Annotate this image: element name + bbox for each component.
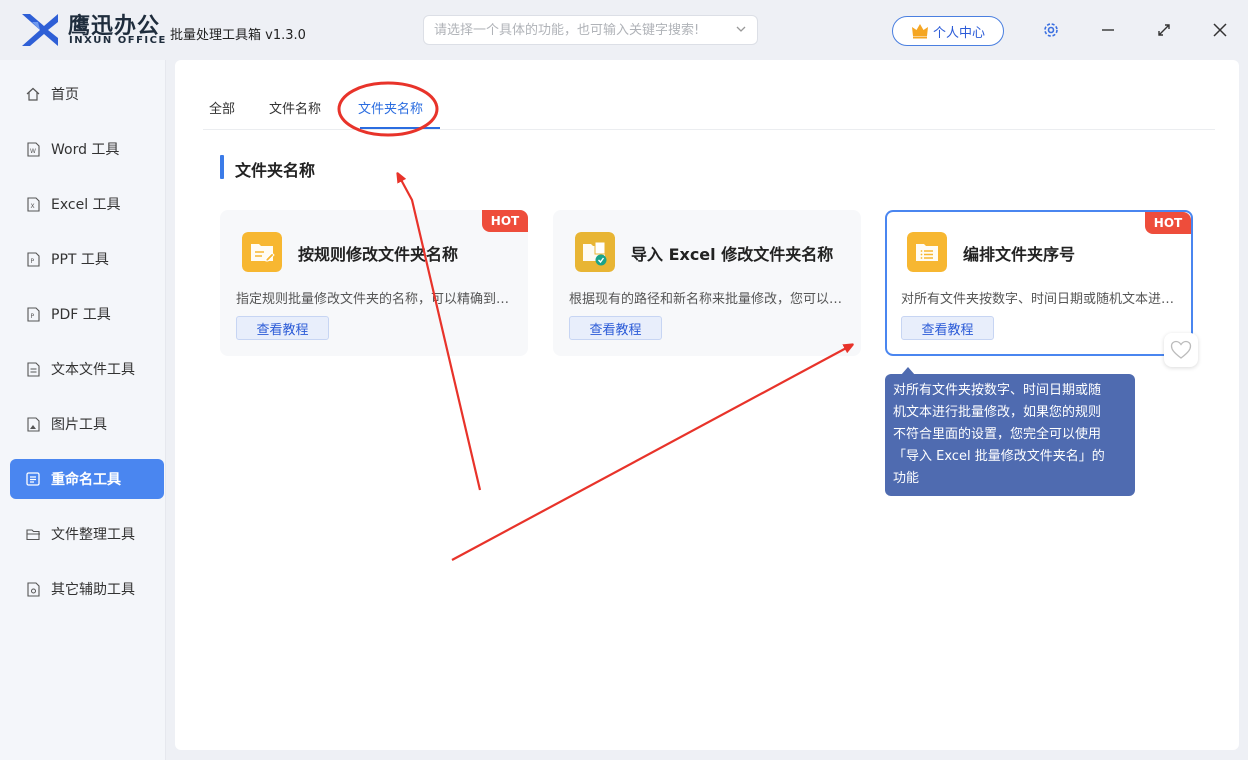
tooltip-line: 对所有文件夹按数字、时间日期或随	[893, 383, 1102, 398]
tools-icon	[25, 581, 41, 597]
sidebar-item-file-organize[interactable]: 文件整理工具	[10, 514, 164, 554]
rename-icon	[25, 471, 41, 487]
tab-file-name[interactable]: 文件名称	[269, 98, 321, 117]
pdf-file-icon: P	[25, 306, 41, 322]
view-tutorial-button[interactable]: 查看教程	[236, 316, 329, 340]
close-icon[interactable]	[1210, 20, 1230, 40]
sidebar-item-image[interactable]: 图片工具	[10, 404, 164, 444]
card-tooltip: 对所有文件夹按数字、时间日期或随 机文本进行批量修改，如果您的规则 不符合里面的…	[885, 374, 1135, 496]
tooltip-line: 功能	[893, 471, 920, 486]
search-input[interactable]	[424, 16, 724, 44]
tab-all[interactable]: 全部	[209, 98, 235, 117]
folder-list-icon	[907, 232, 947, 272]
view-tutorial-button[interactable]: 查看教程	[569, 316, 662, 340]
app-title: 批量处理工具箱 v1.3.0	[170, 28, 306, 43]
home-icon	[25, 86, 41, 102]
excel-file-icon: X	[25, 196, 41, 212]
tooltip-line: 机文本进行批量修改，如果您的规则	[893, 405, 1102, 420]
sidebar-item-label: Excel 工具	[51, 197, 121, 213]
section-title: 文件夹名称	[235, 161, 316, 180]
card-title: 按规则修改文件夹名称	[298, 245, 459, 264]
search-box[interactable]	[423, 15, 758, 45]
image-file-icon	[25, 416, 41, 432]
svg-text:W: W	[30, 148, 36, 155]
card-title: 编排文件夹序号	[963, 245, 1076, 264]
sidebar-item-label: PDF 工具	[51, 307, 111, 323]
svg-text:X: X	[30, 203, 34, 210]
view-tutorial-button[interactable]: 查看教程	[901, 316, 994, 340]
tab-folder-name[interactable]: 文件夹名称	[358, 98, 423, 117]
user-center-button[interactable]: 个人中心	[892, 16, 1004, 46]
tool-card-folder-sequence[interactable]: 编排文件夹序号 对所有文件夹按数字、时间日期或随机文本进行批量修改 查看教程 H…	[885, 210, 1193, 356]
tooltip-line: 不符合里面的设置，您完全可以使用	[893, 427, 1102, 442]
heart-icon	[1170, 340, 1192, 359]
hot-badge: HOT	[482, 210, 528, 232]
title-bar: 鹰迅办公 INXUN OFFICE 批量处理工具箱 v1.3.0 个人中心	[0, 0, 1248, 60]
sidebar-item-home[interactable]: 首页	[10, 74, 164, 114]
svg-text:P: P	[30, 258, 34, 265]
card-description: 指定规则批量修改文件夹的名称，可以精确到每一个字符的增删改操作	[236, 292, 514, 307]
minimize-icon[interactable]	[1098, 20, 1118, 40]
folder-excel-icon	[575, 232, 615, 272]
brand-name-en: INXUN OFFICE	[69, 35, 167, 46]
crown-icon	[911, 24, 928, 39]
card-description: 对所有文件夹按数字、时间日期或随机文本进行批量修改	[901, 292, 1179, 307]
section-accent-bar	[220, 155, 224, 179]
active-tab-underline	[360, 127, 440, 129]
sidebar-item-label: 文件整理工具	[51, 527, 135, 543]
tooltip-line: 「导入 Excel 批量修改文件夹名」的	[893, 449, 1105, 464]
hot-badge: HOT	[1145, 212, 1191, 234]
tool-card-excel-rename-folder[interactable]: 导入 Excel 修改文件夹名称 根据现有的路径和新名称来批量修改，您可以先导出…	[553, 210, 861, 356]
svg-text:P: P	[30, 313, 34, 320]
sidebar-item-label: 文本文件工具	[51, 362, 135, 378]
word-file-icon: W	[25, 141, 41, 157]
tab-bar: 全部 文件名称 文件夹名称	[203, 90, 1215, 130]
chevron-down-icon[interactable]	[735, 23, 747, 35]
sidebar-item-ppt[interactable]: P PPT 工具	[10, 239, 164, 279]
sidebar-item-text[interactable]: 文本文件工具	[10, 349, 164, 389]
sidebar-item-label: Word 工具	[51, 142, 120, 158]
maximize-icon[interactable]	[1154, 20, 1174, 40]
sidebar-item-label: 首页	[51, 87, 79, 103]
text-file-icon	[25, 361, 41, 377]
sidebar: 首页 W Word 工具 X Excel 工具 P PPT 工具 P PDF 工…	[0, 60, 166, 760]
settings-gear-icon[interactable]	[1041, 20, 1061, 40]
folder-icon	[25, 526, 41, 542]
ppt-file-icon: P	[25, 251, 41, 267]
card-title: 导入 Excel 修改文件夹名称	[631, 245, 834, 264]
tool-card-rule-rename-folder[interactable]: 按规则修改文件夹名称 指定规则批量修改文件夹的名称，可以精确到每一个字符的增删改…	[220, 210, 528, 356]
sidebar-item-excel[interactable]: X Excel 工具	[10, 184, 164, 224]
card-description: 根据现有的路径和新名称来批量修改，您可以先导出再修改后导入	[569, 292, 847, 307]
sidebar-item-label: PPT 工具	[51, 252, 109, 268]
favorite-heart-button[interactable]	[1164, 333, 1198, 367]
sidebar-item-other-tools[interactable]: 其它辅助工具	[10, 569, 164, 609]
sidebar-item-label: 图片工具	[51, 417, 107, 433]
user-center-label: 个人中心	[932, 25, 985, 41]
sidebar-item-word[interactable]: W Word 工具	[10, 129, 164, 169]
logo-icon	[22, 14, 58, 46]
folder-edit-icon	[242, 232, 282, 272]
sidebar-item-label: 重命名工具	[51, 472, 121, 488]
sidebar-item-rename[interactable]: 重命名工具	[10, 459, 164, 499]
sidebar-item-label: 其它辅助工具	[51, 582, 135, 598]
sidebar-item-pdf[interactable]: P PDF 工具	[10, 294, 164, 334]
